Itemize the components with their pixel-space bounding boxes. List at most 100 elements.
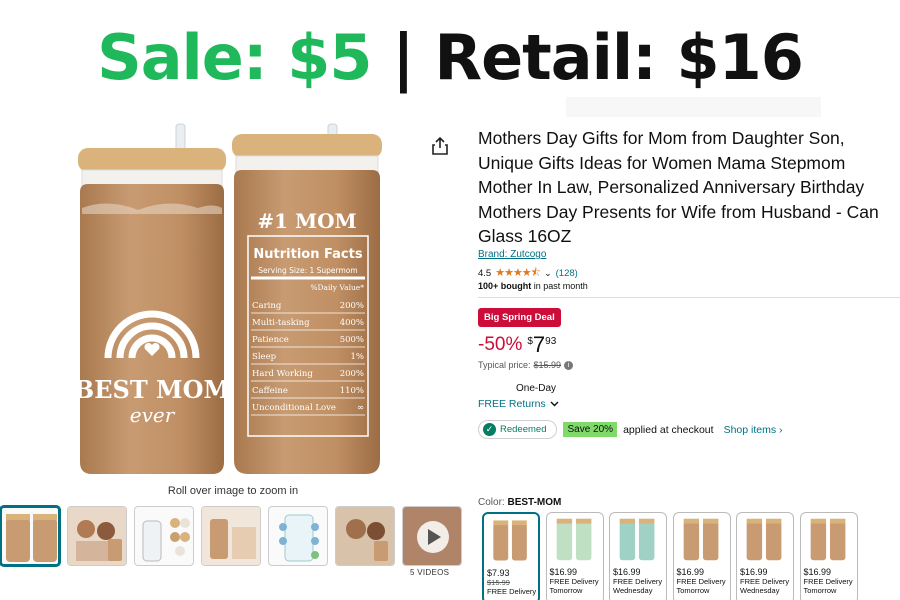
facts-row-label: Multi-tasking xyxy=(252,318,310,328)
color-label: Color: BEST-MOM xyxy=(478,497,561,508)
price-row: -50% $ 7 93 xyxy=(478,332,556,358)
color-swatch[interactable]: $16.99 FREE Delivery Wednesday xyxy=(609,512,667,600)
facts-row-label: Caring xyxy=(252,301,282,311)
facts-title: Nutrition Facts xyxy=(253,247,362,262)
banner-separator: | xyxy=(392,21,415,94)
videos-count-label: 5 VIDEOS xyxy=(410,568,450,577)
swatch-price: $16.99 xyxy=(740,567,768,577)
swatch-line: Tomorrow xyxy=(803,586,837,595)
swatch-line: $15.99 xyxy=(487,578,510,587)
swatch-image xyxy=(746,518,782,561)
product-title: Mothers Day Gifts for Mom from Daughter … xyxy=(478,126,900,249)
rating-count-link[interactable]: (128) xyxy=(556,268,578,279)
one-day-label: One-Day xyxy=(516,383,557,394)
deal-badge: Big Spring Deal xyxy=(478,308,561,327)
main-product-image[interactable]: BEST MOM ever #1 MOM Nutrition Facts Ser… xyxy=(68,118,398,478)
swatch-image xyxy=(493,520,527,561)
glass-left-line1: BEST MOM xyxy=(74,375,230,404)
facts-row-label: Caffeine xyxy=(252,386,288,396)
retail-price-text: Retail: $16 xyxy=(434,21,804,94)
color-swatch[interactable]: $7.93 $15.99 FREE Delivery xyxy=(482,512,540,600)
glass-right-header: #1 MOM xyxy=(257,209,356,233)
facts-row-value: 110% xyxy=(340,386,364,396)
facts-row-value: 200% xyxy=(340,369,364,379)
shop-items-link[interactable]: Shop items › xyxy=(724,424,783,436)
check-icon: ✓ xyxy=(483,423,496,436)
redeemed-pill[interactable]: ✓ Redeemed xyxy=(478,420,558,439)
video-thumbnail[interactable] xyxy=(402,506,462,566)
typical-price-row: Typical price: $15.99 i xyxy=(478,360,574,370)
faint-header-bar xyxy=(566,97,821,117)
swatch-line: FREE Delivery xyxy=(676,577,726,586)
color-swatch[interactable]: $16.99 FREE Delivery Tomorrow xyxy=(799,512,858,600)
info-icon[interactable]: i xyxy=(564,360,574,370)
chevron-down-icon[interactable]: ⌄ xyxy=(544,268,552,279)
facts-row-label: Unconditional Love xyxy=(252,403,336,413)
facts-row-value: ∞ xyxy=(357,403,364,413)
swatch-line: FREE Delivery xyxy=(549,577,599,586)
facts-row-value: 400% xyxy=(340,318,364,328)
bought-past-month: 100+ bought in past month xyxy=(478,281,588,291)
swatch-price: $16.99 xyxy=(676,567,705,577)
swatch-line: FREE Delivery xyxy=(740,577,790,586)
product-title-line: Mothers Day Presents for Wife from Husba… xyxy=(478,201,879,222)
swatch-line: Tomorrow xyxy=(676,586,710,595)
glass-left-line2: ever xyxy=(130,403,176,427)
glass-left: BEST MOM ever xyxy=(74,148,230,474)
sale-price-text: Sale: $5 xyxy=(97,21,372,94)
swatch-line: Wednesday xyxy=(613,586,653,595)
product-title-line: Mother In Law, Personalized Anniversary … xyxy=(478,177,865,198)
thumbnail-4[interactable] xyxy=(201,506,261,566)
facts-row-value: 200% xyxy=(340,301,364,311)
typical-price-label: Typical price: xyxy=(478,360,531,370)
discount-percent: -50% xyxy=(478,334,523,355)
free-returns-link[interactable]: FREE Returns xyxy=(478,398,559,410)
swatch-price: $16.99 xyxy=(549,567,578,577)
swatch-line: FREE Delivery xyxy=(803,577,853,586)
coupon-row: ✓ Redeemed Save 20% applied at checkout … xyxy=(478,420,783,439)
color-label-text: Color: xyxy=(478,497,505,508)
share-icon[interactable] xyxy=(430,136,450,156)
swatch-line: Tomorrow xyxy=(549,586,583,595)
facts-row-label: Sleep xyxy=(252,352,277,362)
color-value: BEST-MOM xyxy=(507,497,562,508)
applied-at-checkout-text: applied at checkout xyxy=(623,423,714,436)
color-swatch[interactable]: $16.99 FREE Delivery Tomorrow xyxy=(672,512,731,600)
swatch-line: Wednesday xyxy=(740,586,780,595)
product-title-line: Glass 16OZ xyxy=(478,226,572,247)
free-returns-label: FREE Returns xyxy=(478,398,546,410)
thumbnail-5[interactable] xyxy=(268,506,328,566)
zoom-hint: Roll over image to zoom in xyxy=(167,485,299,497)
color-swatch[interactable]: $16.99 FREE Delivery Tomorrow xyxy=(545,512,604,600)
swatch-image xyxy=(683,518,718,561)
price-whole: 7 xyxy=(532,332,546,357)
product-title-line: Mothers Day Gifts for Mom from Daughter … xyxy=(478,128,845,148)
thumbnail-1[interactable] xyxy=(0,506,60,566)
facts-row-value: 500% xyxy=(340,335,364,345)
glass-right: #1 MOM Nutrition Facts Serving Size: 1 S… xyxy=(232,134,382,474)
color-swatch[interactable]: $16.99 FREE Delivery Wednesday xyxy=(736,512,794,600)
facts-row-value: 1% xyxy=(351,352,365,362)
facts-row-label: Patience xyxy=(252,335,289,345)
thumbnail-3[interactable] xyxy=(134,506,194,566)
facts-dv-header: %Daily Value* xyxy=(310,283,364,292)
redeemed-label: Redeemed xyxy=(500,424,547,435)
chevron-down-icon xyxy=(550,401,559,407)
swatch-line: FREE Delivery xyxy=(613,577,663,586)
brand-link[interactable]: Brand: Zutcogo xyxy=(478,249,546,260)
swatch-price: $16.99 xyxy=(803,567,832,577)
swatch-price: $7.93 xyxy=(487,568,510,578)
swatch-line: FREE Delivery xyxy=(487,587,537,596)
thumbnail-2[interactable] xyxy=(67,506,127,566)
facts-row-label: Hard Working xyxy=(252,369,313,379)
facts-serving: Serving Size: 1 Supermom xyxy=(258,266,357,275)
swatch-price: $16.99 xyxy=(613,567,641,577)
swatch-image xyxy=(556,518,591,561)
product-title-line: Unique Gifts Ideas for Women Mama Stepmo… xyxy=(478,152,846,173)
swatch-image xyxy=(810,518,845,561)
thumbnail-6[interactable] xyxy=(335,506,395,566)
rating-value: 4.5 xyxy=(478,268,492,279)
typical-price-value: $15.99 xyxy=(533,360,562,370)
divider xyxy=(478,297,900,298)
bought-count: 100+ bought xyxy=(478,281,532,291)
